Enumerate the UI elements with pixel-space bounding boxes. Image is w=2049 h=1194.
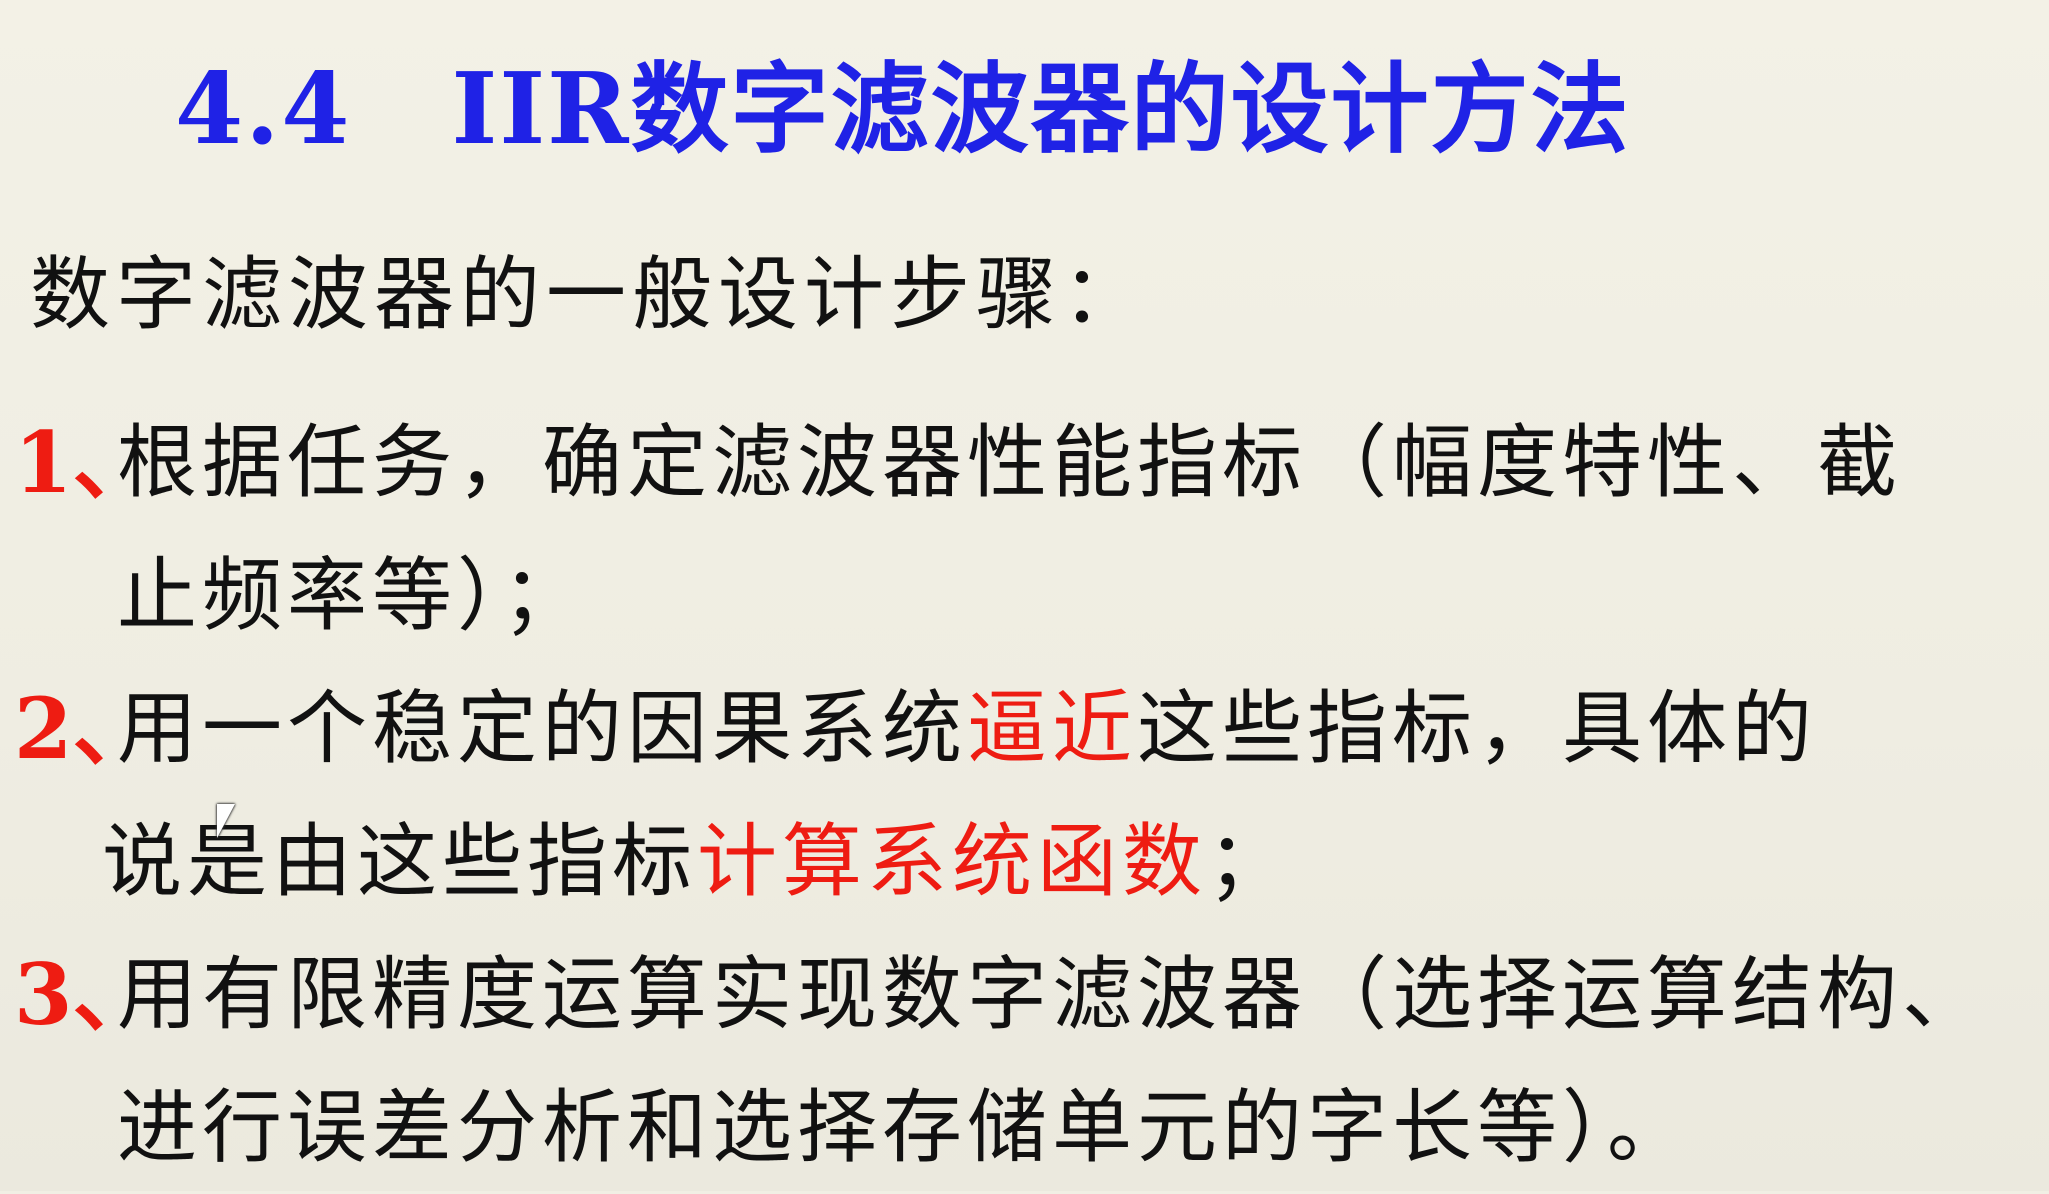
step-2-highlight-system-function: 计算系统函数 [697,815,1207,908]
step-2-line-2-text-a: 说是由这些指标 [102,815,697,908]
step-3-line-1: 用有限精度运算实现数字滤波器（选择运算结构、 [117,948,1987,1041]
slide: 4.4 IIR数字滤波器的设计方法 数字滤波器的一般设计步骤： 1、 根据任务，确… [0,0,2049,1191]
step-1-line-1: 根据任务，确定滤波器性能指标（幅度特性、截 [117,416,1902,509]
step-2-line-1-text-a: 用一个稳定的因果系统 [117,682,967,775]
step-2-highlight-approximate: 逼近 [967,682,1137,775]
step-1-line-2: 止频率等）； [117,549,587,642]
slide-title: 4.4 IIR数字滤波器的设计方法 [175,40,1631,180]
title-text: 数字滤波器的设计方法 [630,53,1631,167]
mouse-cursor-icon [217,804,235,838]
step-2-line-1: 用一个稳定的因果系统逼近这些指标，具体的 [117,662,1817,795]
title-iir: IIR [451,52,631,167]
step-3-line-2: 进行误差分析和选择存储单元的字长等）。 [117,1081,1692,1174]
section-heading: 数字滤波器的一般设计步骤： [30,248,1148,341]
step-2-line-2-text-b: ； [1207,815,1292,908]
step-2-line-1-text-b: 这些指标，具体的 [1137,682,1817,775]
step-2-line-2: 说是由这些指标计算系统函数； [102,795,1292,928]
section-number: 4.4 [175,52,352,167]
